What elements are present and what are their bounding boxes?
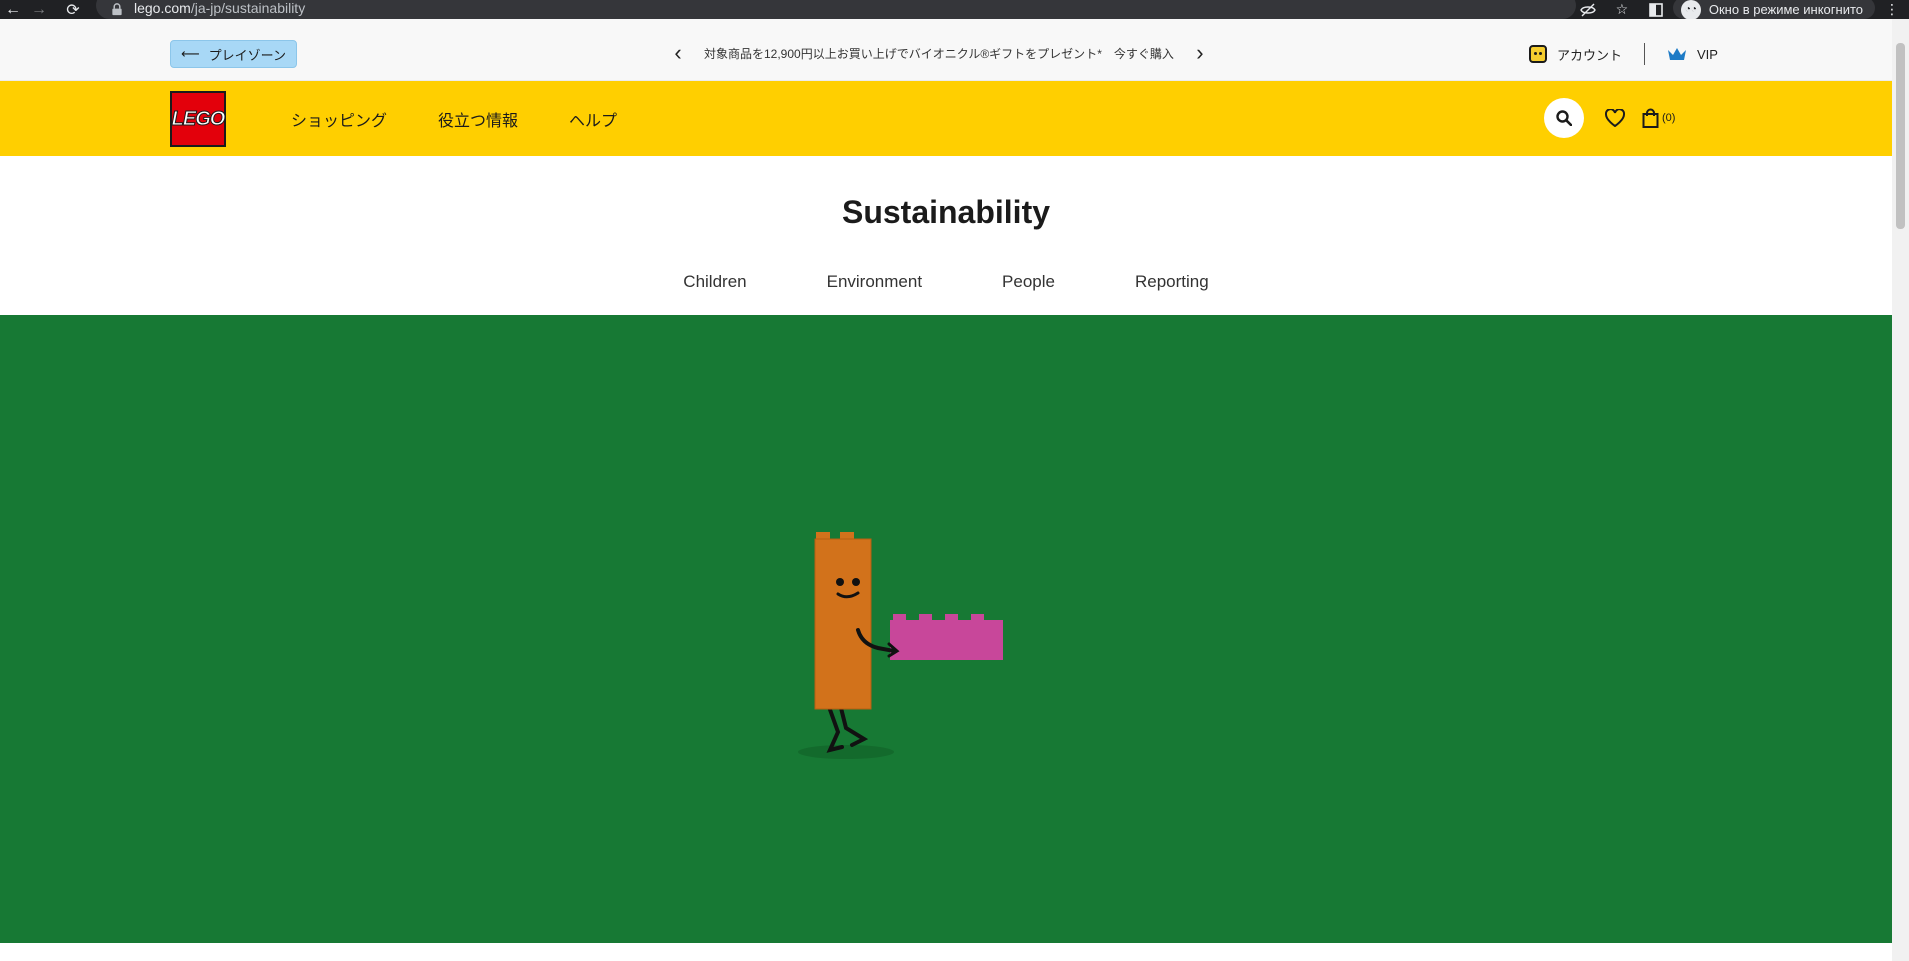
- bag-button[interactable]: (0): [1642, 108, 1675, 128]
- nav-item-useful-info[interactable]: 役立つ情報: [438, 107, 518, 131]
- playzone-back-button[interactable]: ⟵ プレイゾーン: [170, 40, 297, 68]
- account-link[interactable]: アカウント: [1557, 45, 1622, 64]
- wishlist-button[interactable]: [1604, 107, 1626, 129]
- promo-text[interactable]: 対象商品を12,900円以上お買い上げでバイオニクル®ギフトをプレゼント* 今す…: [704, 45, 1174, 62]
- browser-forward-icon[interactable]: →: [26, 0, 52, 19]
- search-button[interactable]: [1544, 98, 1584, 138]
- subnav-environment[interactable]: Environment: [827, 272, 922, 292]
- sustainability-subnav: Children Environment People Reporting: [0, 272, 1892, 292]
- eye-off-icon[interactable]: [1571, 0, 1605, 19]
- account-area: アカウント VIP: [1529, 41, 1718, 67]
- browser-menu-icon[interactable]: ⋮: [1875, 0, 1909, 19]
- header-icons: (0): [1544, 98, 1675, 138]
- search-icon: [1556, 110, 1572, 126]
- main-nav: ショッピング 役立つ情報 ヘルプ: [291, 81, 617, 156]
- bag-count: (0): [1662, 112, 1676, 124]
- promo-banner: ‹ 対象商品を12,900円以上お買い上げでバイオニクル®ギフトをプレゼント* …: [670, 38, 1208, 68]
- url-path: /ja-jp/sustainability: [190, 0, 306, 16]
- page-below-hero: [0, 943, 1892, 961]
- nav-item-shopping[interactable]: ショッピング: [291, 107, 387, 131]
- subnav-people[interactable]: People: [1002, 272, 1055, 292]
- playzone-label: プレイゾーン: [208, 47, 286, 63]
- page-scrollbar[interactable]: [1892, 19, 1909, 961]
- incognito-badge[interactable]: ◔◔ Окно в режиме инкогнито: [1672, 0, 1875, 20]
- brick-character-illustration: [798, 532, 1003, 759]
- browser-reload-icon[interactable]: ⟳: [60, 0, 86, 19]
- vip-link[interactable]: VIP: [1697, 47, 1718, 62]
- hero-banner: [0, 315, 1892, 943]
- incognito-icon: ◔◔: [1680, 0, 1701, 20]
- side-panel-icon[interactable]: [1639, 0, 1673, 19]
- url-host: lego.com: [134, 0, 191, 16]
- lego-logo[interactable]: LEGO: [170, 91, 226, 147]
- subnav-children[interactable]: Children: [683, 272, 746, 292]
- page-title: Sustainability: [841, 194, 1051, 230]
- browser-back-icon[interactable]: ←: [0, 0, 26, 19]
- divider: [1644, 43, 1646, 65]
- vip-crown-icon[interactable]: [1667, 47, 1687, 61]
- scrollbar-thumb[interactable]: [1896, 43, 1905, 229]
- arrow-left-icon: ⟵: [181, 46, 200, 61]
- lock-icon: [112, 3, 122, 16]
- incognito-label: Окно в режиме инкогнито: [1708, 2, 1863, 17]
- utility-bar: ⟵ プレイゾーン ‹ 対象商品を12,900円以上お買い上げでバイオニクル®ギフ…: [0, 19, 1892, 81]
- subnav-reporting[interactable]: Reporting: [1135, 272, 1209, 292]
- logo-text: LEGO: [171, 107, 226, 130]
- address-bar[interactable]: lego.com/ja-jp/sustainability: [96, 0, 1576, 19]
- shopping-bag-icon: [1642, 108, 1659, 128]
- heart-icon: [1605, 109, 1625, 127]
- chevron-left-icon[interactable]: ‹: [670, 42, 686, 64]
- main-header: LEGO ショッピング 役立つ情報 ヘルプ (0): [0, 81, 1892, 156]
- star-icon[interactable]: ☆: [1605, 0, 1639, 19]
- chevron-right-icon[interactable]: ›: [1192, 42, 1208, 64]
- browser-toolbar: ← → ⟳ lego.com/ja-jp/sustainability ☆ ◔◔…: [0, 0, 1909, 20]
- nav-item-help[interactable]: ヘルプ: [569, 107, 617, 131]
- account-icon[interactable]: [1529, 45, 1547, 63]
